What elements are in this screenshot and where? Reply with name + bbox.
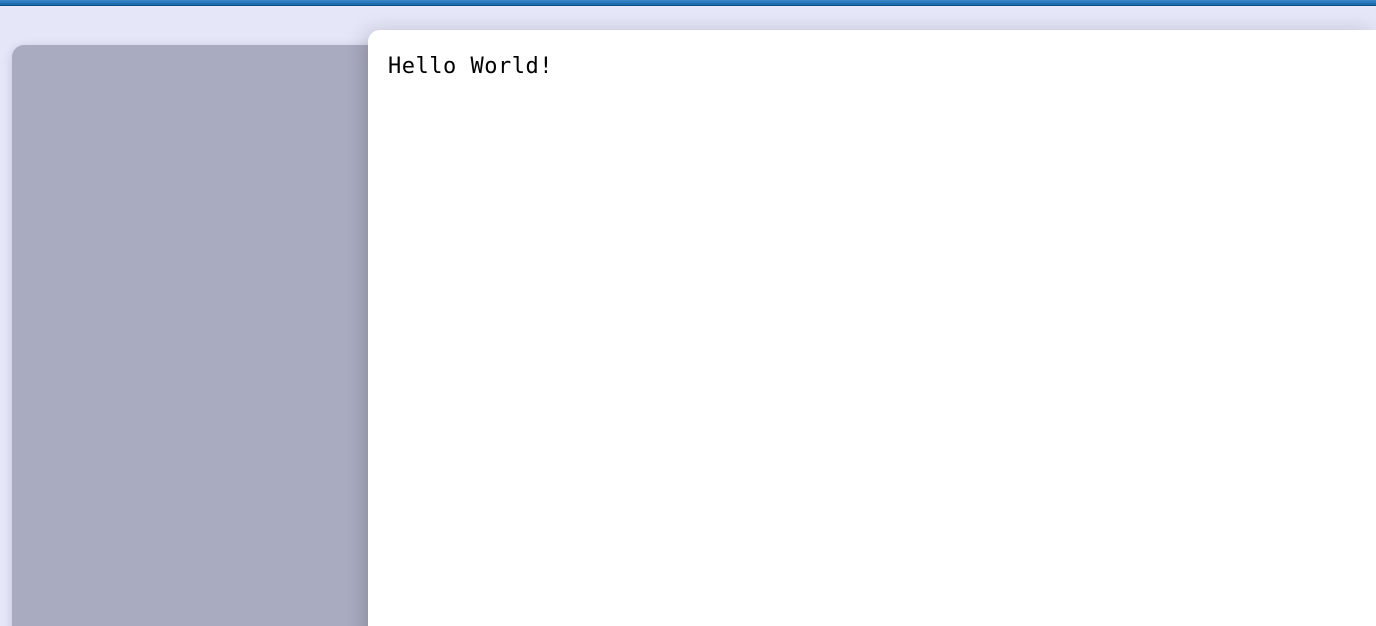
foreground-window[interactable]: Hello World! bbox=[368, 30, 1376, 626]
desktop-background: Hello World! bbox=[0, 6, 1376, 626]
page-body-text: Hello World! bbox=[388, 54, 1356, 79]
